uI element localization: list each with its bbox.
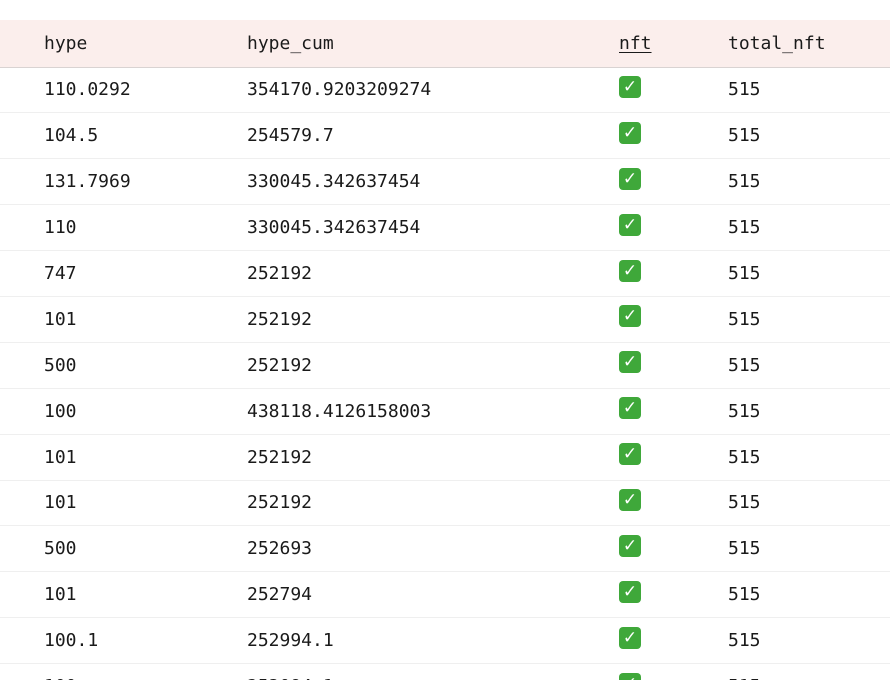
cell-nft: ✓: [619, 296, 728, 342]
table-body: 110.0292 354170.9203209274 ✓ 515 104.5 254579…: [0, 67, 890, 680]
cell-total-nft: 515: [728, 538, 761, 560]
cell-hype: 500: [44, 354, 77, 376]
cell-hype: 104.5: [44, 125, 99, 147]
cell-nft: ✓: [619, 205, 728, 251]
cell-hype: 500: [44, 538, 77, 560]
check-box-icon: ✓: [619, 167, 641, 190]
table-header-row: hype hype_cum nft total_nft: [0, 20, 890, 67]
cell-hype-cum: 330045.342637454: [247, 171, 421, 193]
cell-total-nft: 515: [728, 630, 761, 652]
cell-nft: ✓: [619, 159, 728, 205]
cell-nft: ✓: [619, 388, 728, 434]
cell-hype-cum: 252794: [247, 584, 313, 606]
cell-total-nft: 515: [728, 400, 761, 422]
cell-hype: 101: [44, 308, 77, 330]
cell-total-nft: 515: [728, 125, 761, 147]
check-box-icon: ✓: [619, 121, 641, 144]
cell-total-nft: 515: [728, 79, 761, 101]
check-box-icon: ✓: [619, 259, 641, 282]
check-box-icon: ✓: [619, 75, 641, 98]
check-box-icon: ✓: [619, 305, 641, 328]
cell-nft: ✓: [619, 67, 728, 113]
cell-total-nft: 515: [728, 308, 761, 330]
check-box-icon: ✓: [619, 443, 641, 466]
cell-hype-cum: 354170.9203209274: [247, 79, 432, 101]
table-row[interactable]: 101 252192 ✓ 515: [0, 434, 890, 481]
cell-hype-cum: 330045.342637454: [247, 217, 421, 239]
cell-hype: 100: [0, 664, 247, 680]
data-table: hype hype_cum nft total_nft 110.0292 3541…: [0, 20, 890, 680]
cell-hype-cum: 252693: [247, 538, 313, 560]
check-box-icon: ✓: [619, 351, 641, 374]
table-row[interactable]: 100.1 252994.1 ✓ 515: [0, 618, 890, 664]
check-box-icon: ✓: [619, 213, 641, 236]
cell-hype-cum: 438118.4126158003: [247, 400, 432, 422]
cell-hype: 101: [44, 584, 77, 606]
cell-total-nft: 515: [728, 217, 761, 239]
check-box-icon: ✓: [619, 580, 641, 603]
cell-hype: 747: [44, 263, 77, 284]
cell-hype: 131.7969: [44, 171, 131, 193]
table-row[interactable]: 131.7969 330045.342637454 ✓ 515: [0, 159, 890, 205]
cell-hype: 110: [44, 217, 77, 239]
cell-total-nft: 515: [728, 584, 761, 606]
check-box-icon: ✓: [619, 534, 641, 557]
table-row[interactable]: 747 252192 ✓ 515: [0, 251, 890, 297]
table-row[interactable]: 101 252192 ✓ 515: [0, 480, 890, 526]
cell-total-nft: 515: [728, 492, 761, 514]
table-row[interactable]: 101 252192 ✓ 515: [0, 296, 890, 343]
table-row[interactable]: 101 252794 ✓ 515: [0, 572, 890, 618]
table-row[interactable]: 100 438118.4126158003 ✓ 515: [0, 388, 890, 435]
table-row[interactable]: 104.5 254579.7 ✓ 515: [0, 113, 890, 159]
cell-hype-cum: 252192: [247, 446, 313, 468]
cell-hype: 110.0292: [44, 79, 131, 101]
cell-hype: 100.1: [44, 630, 99, 652]
cell-nft: ✓: [619, 480, 728, 526]
column-header-nft-label[interactable]: nft: [619, 33, 652, 54]
table-row[interactable]: 500 252693 ✓ 515: [0, 526, 890, 572]
table-row[interactable]: 100253094.1✓ 515: [0, 664, 890, 680]
cell-nft: ✓: [619, 251, 728, 297]
column-header-total-nft[interactable]: total_nft: [728, 20, 890, 67]
table-row[interactable]: 110 330045.342637454 ✓ 515: [0, 205, 890, 251]
cell-nft: ✓: [619, 113, 728, 159]
cell-hype-cum: 254579.7: [247, 125, 334, 147]
cell-nft: ✓: [619, 342, 728, 388]
cell-hype-cum: 252192: [247, 354, 313, 376]
cell-total-nft: 515: [728, 263, 761, 284]
cell-hype: 101: [44, 492, 77, 514]
cell-nft: ✓: [619, 618, 728, 664]
data-table-container: hype hype_cum nft total_nft 110.0292 3541…: [0, 20, 890, 680]
column-header-nft[interactable]: nft: [619, 20, 728, 67]
cell-nft: ✓: [619, 664, 728, 680]
table-header: hype hype_cum nft total_nft: [0, 20, 890, 67]
check-box-icon: ✓: [619, 397, 641, 420]
cell-total-nft: 515: [728, 354, 761, 376]
check-box-icon: ✓: [619, 672, 641, 680]
cell-hype-cum: 253094.1: [247, 664, 619, 680]
table-row[interactable]: 500 252192 ✓ 515: [0, 342, 890, 389]
cell-nft: ✓: [619, 526, 728, 572]
cell-hype-cum: 252192: [247, 492, 313, 514]
check-box-icon: ✓: [619, 488, 641, 511]
cell-hype: 100: [44, 400, 77, 422]
check-box-icon: ✓: [619, 626, 641, 649]
column-header-hype-cum[interactable]: hype_cum: [247, 20, 619, 67]
cell-total-nft: 515: [728, 171, 761, 193]
cell-hype-cum: 252994.1: [247, 630, 334, 652]
cell-total-nft: 515: [728, 446, 761, 468]
cell-hype-cum: 252192: [247, 308, 313, 330]
cell-hype-cum: 252192: [247, 263, 313, 284]
cell-hype: 101: [44, 446, 77, 468]
cell-nft: ✓: [619, 572, 728, 618]
table-row[interactable]: 110.0292 354170.9203209274 ✓ 515: [0, 67, 890, 113]
column-header-hype[interactable]: hype: [0, 20, 247, 67]
cell-nft: ✓: [619, 434, 728, 480]
cell-total-nft: 515: [728, 664, 890, 680]
